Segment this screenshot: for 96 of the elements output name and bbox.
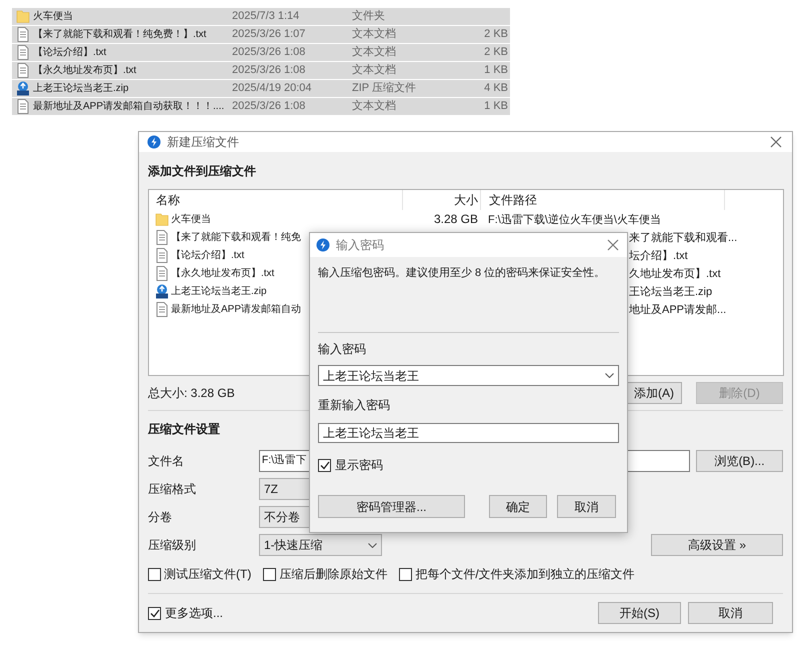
field-label: 重新输入密码: [318, 396, 390, 414]
app-icon: [147, 135, 161, 149]
hint-text: 输入压缩包密码。建议使用至少 8 位的密码来保证安全性。: [318, 266, 606, 281]
field-label: 分卷: [148, 509, 173, 526]
cancel-button[interactable]: 取消: [557, 495, 616, 518]
file-path: 来了就能下载和观看...: [629, 232, 738, 244]
file-type: 文件夹: [352, 8, 386, 24]
file-name: 上老王论坛当老王.zip: [33, 82, 129, 96]
document-icon: [155, 302, 169, 316]
file-type: 文本文档: [352, 44, 397, 60]
file-name: 最新地址及APP请发邮箱自动: [171, 302, 302, 316]
archive-icon: [16, 81, 30, 96]
column-header[interactable]: 名称: [156, 193, 180, 207]
checkbox-label: 把每个文件/文件夹添加到独立的压缩文件: [415, 566, 635, 583]
file-type: 文本文档: [352, 26, 397, 42]
password-manager-button[interactable]: 密码管理器...: [318, 495, 465, 518]
cancel-button[interactable]: 取消: [688, 602, 773, 624]
file-path: F:\迅雷下载\逆位火车便当\火车便当: [488, 214, 661, 226]
section-heading: 压缩文件设置: [148, 421, 220, 438]
checkbox-label: 测试压缩文件(T): [164, 566, 252, 583]
checkbox[interactable]: [148, 606, 161, 620]
file-name: 【论坛介绍】.txt: [171, 248, 244, 262]
file-size: 1 KB: [484, 100, 508, 112]
file-path: 久地址发布页】.txt: [629, 268, 721, 280]
document-icon: [155, 248, 169, 262]
checkbox[interactable]: [148, 568, 161, 580]
field-label: 输入密码: [318, 341, 366, 358]
folder-icon: [155, 212, 169, 226]
column-header[interactable]: 大小: [454, 191, 478, 209]
app-icon: [316, 238, 330, 252]
document-icon: [16, 63, 30, 78]
checkbox[interactable]: [318, 458, 331, 472]
file-size: 4 KB: [484, 82, 508, 94]
start-button[interactable]: 开始(S): [598, 602, 681, 624]
file-type: 文本文档: [352, 62, 397, 78]
file-name: 【论坛介绍】.txt: [33, 46, 106, 60]
file-name: 火车便当: [33, 10, 73, 24]
file-date: 2025/3/26 1:07: [232, 27, 306, 42]
file-name: 【来了就能下载和观看！纯免费！】.txt: [33, 28, 206, 42]
file-size: 3.28 GB: [434, 212, 478, 226]
file-row[interactable]: 上老王论坛当老王.zip 2025/4/19 20:04 ZIP 压缩文件 4 KB: [12, 80, 510, 97]
file-row[interactable]: 【论坛介绍】.txt 2025/3/26 1:08 文本文档 2 KB: [12, 44, 510, 61]
file-size: 2 KB: [484, 28, 508, 40]
checkbox-label: 显示密码: [335, 457, 383, 474]
field-label: 文件名: [148, 453, 185, 470]
document-icon: [155, 266, 169, 280]
checkbox[interactable]: [263, 568, 276, 580]
file-row[interactable]: 【永久地址发布页】.txt 2025/3/26 1:08 文本文档 1 KB: [12, 62, 510, 79]
archive-icon: [155, 284, 169, 298]
file-name: 【来了就能下载和观看！纯免: [171, 230, 301, 244]
file-name: 【永久地址发布页】.txt: [33, 64, 136, 78]
file-date: 2025/7/3 1:14: [232, 9, 300, 24]
window-title: 输入密码: [336, 237, 384, 254]
document-icon: [155, 230, 169, 244]
file-path: 王论坛当老王.zip: [629, 286, 712, 298]
file-row[interactable]: 最新地址及APP请发邮箱自动获取！！！.... 2025/3/26 1:08 文本文档 1 KB: [12, 98, 510, 115]
chevron-down-icon: [605, 373, 614, 378]
document-icon: [16, 99, 30, 114]
checkbox-label: 更多选项...: [165, 605, 224, 622]
chevron-down-icon: [368, 542, 377, 548]
file-type: 文本文档: [352, 98, 397, 114]
file-date: 2025/3/26 1:08: [232, 63, 306, 78]
document-icon: [16, 45, 30, 60]
checkbox-label: 压缩后删除原始文件: [279, 566, 388, 583]
browse-button[interactable]: 浏览(B)...: [696, 450, 783, 472]
field-label: 压缩级别: [148, 537, 197, 554]
section-heading: 添加文件到压缩文件: [148, 162, 256, 180]
add-button[interactable]: 添加(A): [626, 382, 682, 404]
file-date: 2025/4/19 20:04: [232, 81, 313, 96]
file-name: 上老王论坛当老王.zip: [171, 284, 267, 298]
file-date: 2025/3/26 1:08: [232, 99, 306, 114]
checkbox[interactable]: [399, 568, 412, 580]
confirm-password-field[interactable]: 上老王论坛当老王: [318, 423, 619, 443]
dropdown[interactable]: 1-快速压缩: [259, 534, 382, 556]
file-type: ZIP 压缩文件: [352, 80, 417, 96]
file-row[interactable]: 火车便当 2025/7/3 1:14 文件夹: [12, 8, 510, 25]
advanced-settings-button[interactable]: 高级设置 »: [651, 534, 783, 556]
file-name: 【永久地址发布页】.txt: [171, 266, 274, 280]
document-icon: [16, 27, 30, 42]
file-name: 火车便当: [171, 212, 211, 226]
file-path: 地址及APP请发邮...: [629, 304, 726, 316]
password-combo[interactable]: 上老王论坛当老王: [318, 365, 619, 386]
close-icon[interactable]: [770, 136, 782, 148]
file-name: 最新地址及APP请发邮箱自动获取！！！....: [33, 100, 224, 114]
folder-icon: [16, 9, 30, 24]
window-title: 新建压缩文件: [167, 134, 239, 151]
file-size: 2 KB: [484, 46, 508, 58]
file-date: 2025/3/26 1:08: [232, 45, 306, 60]
close-icon[interactable]: [607, 239, 619, 251]
ok-button[interactable]: 确定: [489, 495, 547, 518]
file-path: 坛介绍】.txt: [629, 250, 688, 262]
total-size: 总大小: 3.28 GB: [148, 385, 235, 402]
column-header[interactable]: 文件路径: [489, 191, 537, 209]
file-row[interactable]: 【来了就能下载和观看！纯免费！】.txt 2025/3/26 1:07 文本文档 2 KB: [12, 26, 510, 43]
field-label: 压缩格式: [148, 481, 197, 498]
file-size: 1 KB: [484, 64, 508, 76]
